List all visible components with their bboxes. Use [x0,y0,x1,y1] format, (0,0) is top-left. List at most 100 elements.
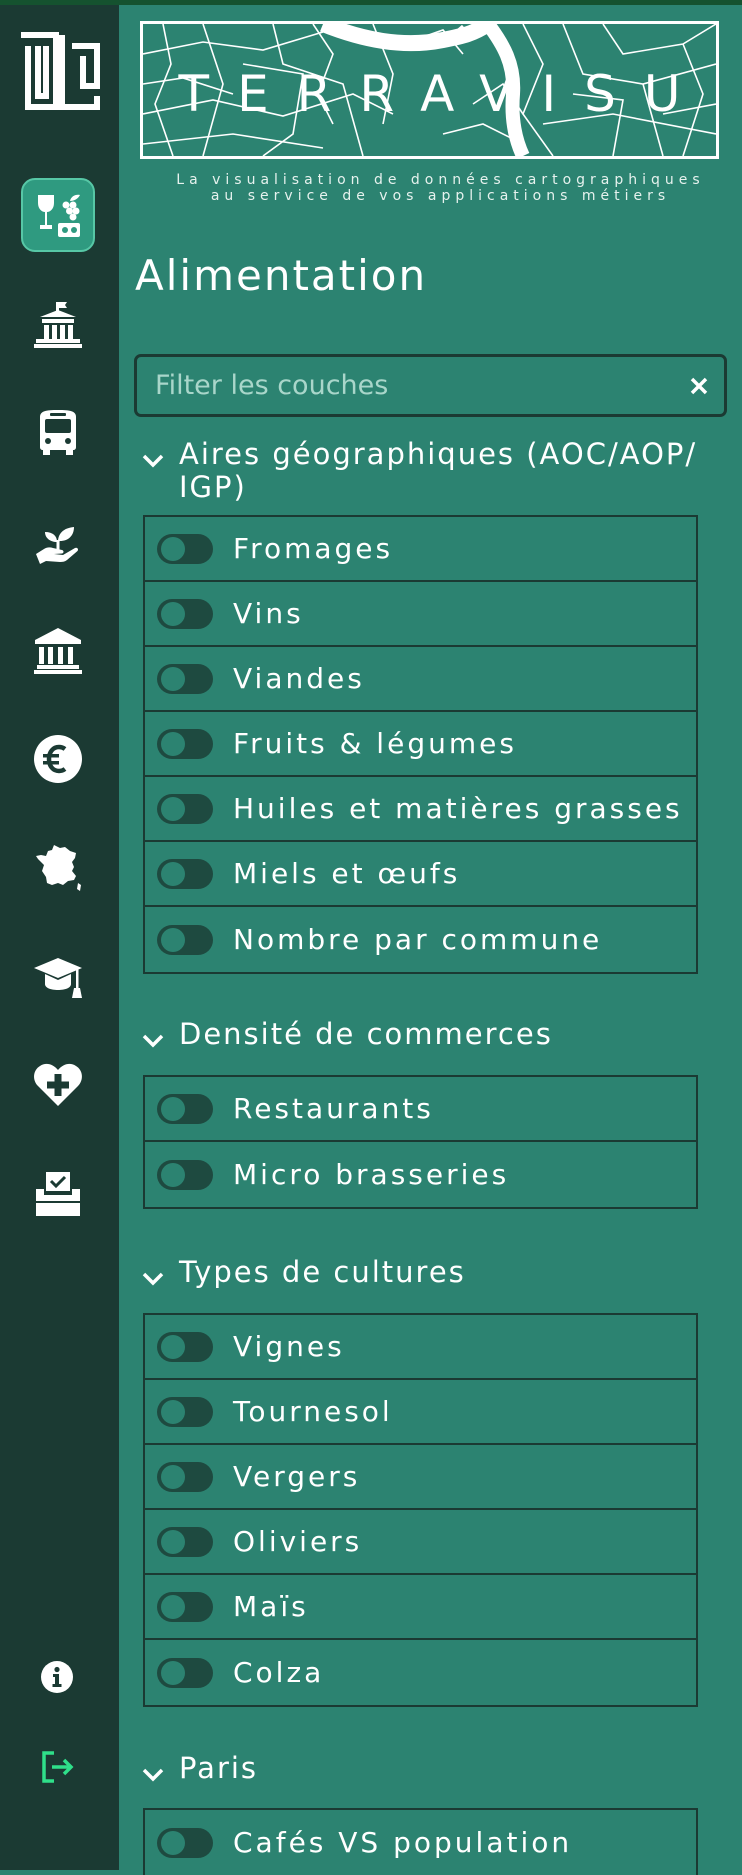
layer-row-viandes[interactable]: Viandes [145,647,696,712]
layer-row-miels-oeufs[interactable]: Miels et œufs [145,842,696,907]
layer-label: Nombre par commune [233,923,603,956]
logout-button[interactable] [40,1749,76,1785]
france-map-icon [36,845,81,891]
brand-tagline-line1: La visualisation de données cartographiq… [176,172,705,188]
layer-toggle[interactable] [157,858,213,889]
layer-toggle[interactable] [157,793,213,824]
sidebar [0,0,119,1870]
bus-icon [40,410,76,455]
logout-icon [42,1751,74,1783]
layer-row-oliviers[interactable]: Oliviers [145,1510,696,1575]
info-button[interactable] [40,1660,74,1694]
layer-label: Restaurants [233,1092,434,1125]
layer-row-fromages[interactable]: Fromages [145,517,696,582]
layer-row-micro-brasseries[interactable]: Micro brasseries [145,1142,696,1207]
layer-label: Miels et œufs [233,857,461,890]
layer-toggle[interactable] [157,924,213,955]
layer-toggle[interactable] [157,533,213,564]
sidebar-item-transport[interactable] [21,396,95,470]
group-header-densite-commerces[interactable]: Densité de commerces [139,1018,699,1054]
layer-label: Vergers [233,1460,361,1493]
chevron-down-icon [142,454,164,468]
layer-toggle[interactable] [157,728,213,759]
layer-toggle[interactable] [157,1461,213,1492]
layer-label: Fromages [233,532,394,565]
ballot-box-icon [36,1172,80,1216]
layer-row-vins[interactable]: Vins [145,582,696,647]
layers-panel: TERRAVISU La visualisation de données ca… [119,0,742,1875]
layer-toggle[interactable] [157,1657,213,1688]
layer-row-nombre-par-commune[interactable]: Nombre par commune [145,907,696,972]
sidebar-item-health[interactable] [21,1047,95,1121]
layer-label: Huiles et matières grasses [233,792,683,825]
sidebar-item-alimentation[interactable] [21,178,95,252]
layer-label: Vignes [233,1330,345,1363]
graduation-cap-icon [34,958,82,998]
app-logo[interactable] [18,32,100,110]
layer-label: Oliviers [233,1525,363,1558]
chevron-down-icon [142,1272,164,1286]
layer-label: Maïs [233,1590,309,1623]
group-title: Paris [179,1751,259,1785]
layer-filter [134,354,727,417]
layer-row-restaurants[interactable]: Restaurants [145,1077,696,1142]
layer-list-densite-commerces: Restaurants Micro brasseries [143,1075,698,1209]
heart-plus-icon [34,1063,82,1106]
top-accent-line [0,0,742,5]
layer-row-tournesol[interactable]: Tournesol [145,1380,696,1445]
layer-row-vignes[interactable]: Vignes [145,1315,696,1380]
group-header-paris[interactable]: Paris [139,1752,699,1788]
town-hall-icon [34,302,82,348]
sidebar-item-territory[interactable] [21,830,95,904]
layer-row-mais[interactable]: Maïs [145,1575,696,1640]
brand-tagline-line2: au service de vos applications métiers [210,188,671,204]
layer-list-aires-geographiques: Fromages Vins Viandes Fruits & légumes H… [143,515,698,974]
layer-label: Cafés VS population [233,1826,573,1859]
layer-toggle[interactable] [157,1093,213,1124]
layer-toggle[interactable] [157,1827,213,1858]
layer-toggle[interactable] [157,1159,213,1190]
layer-row-huiles[interactable]: Huiles et matières grasses [145,777,696,842]
layer-row-cafes-vs-population[interactable]: Cafés VS population [145,1810,696,1875]
page-title: Alimentation [135,251,428,300]
layer-label: Viandes [233,662,365,695]
layer-toggle[interactable] [157,1591,213,1622]
wine-food-icon [38,194,80,237]
layer-label: Fruits & légumes [233,727,517,760]
group-header-types-cultures[interactable]: Types de cultures [139,1256,699,1292]
group-title: Aires géographiques (AOC/AOP/ IGP) [179,437,698,504]
sidebar-item-education[interactable] [21,939,95,1013]
close-icon [690,377,708,394]
brand-banner: TERRAVISU [140,21,719,159]
brand-name: TERRAVISU [178,65,709,123]
layer-toggle[interactable] [157,1396,213,1427]
clear-filter-button[interactable] [674,357,724,414]
layer-label: Micro brasseries [233,1158,510,1191]
layer-toggle[interactable] [157,663,213,694]
layer-label: Vins [233,597,304,630]
sidebar-item-elections[interactable] [21,1156,95,1230]
group-header-aires-geographiques[interactable]: Aires géographiques (AOC/AOP/ IGP) [139,438,699,504]
group-title: Densité de commerces [179,1017,553,1051]
layer-list-types-cultures: Vignes Tournesol Vergers Oliviers Maïs C… [143,1313,698,1707]
layer-toggle[interactable] [157,1331,213,1362]
hand-seedling-icon [36,527,79,564]
layer-label: Colza [233,1656,325,1689]
sidebar-item-environment[interactable] [21,505,95,579]
layer-label: Tournesol [233,1395,393,1428]
euro-icon [34,735,82,783]
layer-row-colza[interactable]: Colza [145,1640,696,1705]
chevron-down-icon [142,1034,164,1048]
layer-row-vergers[interactable]: Vergers [145,1445,696,1510]
group-title: Types de cultures [179,1255,466,1289]
layer-toggle[interactable] [157,598,213,629]
layer-filter-input[interactable] [137,356,674,415]
sidebar-item-institutions[interactable] [21,614,95,688]
layer-row-fruits-legumes[interactable]: Fruits & légumes [145,712,696,777]
layer-list-paris: Cafés VS population [143,1808,698,1875]
chevron-down-icon [142,1768,164,1782]
landmark-icon [34,628,82,674]
sidebar-item-economy[interactable] [21,722,95,796]
sidebar-item-town-hall[interactable] [21,288,95,362]
layer-toggle[interactable] [157,1526,213,1557]
